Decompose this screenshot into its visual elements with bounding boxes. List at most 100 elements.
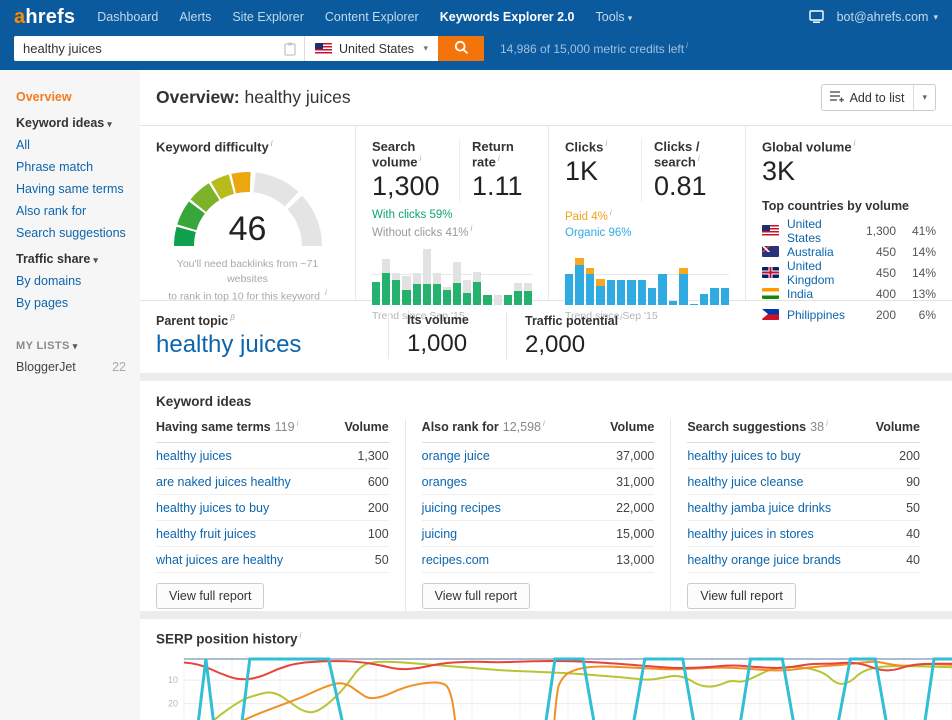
sidebar-item-label: Traffic share bbox=[16, 252, 91, 266]
us-flag-icon bbox=[762, 225, 779, 237]
sidebar-item-phrase-match[interactable]: Phrase match bbox=[16, 160, 140, 174]
bar-main bbox=[658, 274, 667, 306]
sidebar-item-overview[interactable]: Overview bbox=[16, 90, 140, 104]
keyword-link[interactable]: healthy juices to buy bbox=[687, 449, 800, 463]
search-button[interactable] bbox=[438, 36, 484, 61]
country-link[interactable]: United Kingdom bbox=[787, 259, 854, 287]
country-link[interactable]: Australia bbox=[787, 245, 854, 259]
with-clicks-label: With clicks 59% bbox=[372, 209, 453, 222]
sidebar-item-label: Phrase match bbox=[16, 160, 94, 174]
ahrefs-logo[interactable]: ahrefs bbox=[14, 6, 75, 29]
sidebar-item-label: By pages bbox=[16, 296, 69, 310]
sidebar-item-my-lists[interactable]: MY LISTS ▾ bbox=[16, 340, 140, 352]
trend-bar bbox=[523, 249, 532, 306]
country-volume: 400 bbox=[875, 286, 896, 301]
sidebar-item-search-suggestions[interactable]: Search suggestions bbox=[16, 226, 140, 240]
country-link[interactable]: Philippines bbox=[787, 308, 854, 322]
metric-credits-label: 14,986 of 15,000 metric credits left bbox=[500, 41, 688, 56]
country-link[interactable]: United States bbox=[787, 217, 854, 245]
keyword-link[interactable]: what juices are healthy bbox=[156, 553, 283, 567]
trend-bar bbox=[513, 249, 522, 306]
chevron-down-icon: ▾ bbox=[627, 13, 633, 23]
trend-bar bbox=[493, 249, 502, 306]
keyword-link[interactable]: oranges bbox=[422, 475, 467, 489]
difficulty-gauge: 46 bbox=[156, 158, 339, 255]
keyword-link[interactable]: healthy juices in stores bbox=[687, 527, 813, 541]
difficulty-value: 46 bbox=[228, 210, 267, 249]
nav-item-alerts[interactable]: Alerts bbox=[179, 10, 211, 24]
nav-item-tools[interactable]: Tools ▾ bbox=[596, 10, 633, 24]
country-share: 41% bbox=[911, 223, 936, 238]
view-full-report-button[interactable]: View full report bbox=[156, 583, 265, 610]
nav-item-keywords-explorer-2-0[interactable]: Keywords Explorer 2.0 bbox=[440, 10, 575, 24]
add-to-list-dropdown[interactable]: ▾ bbox=[913, 85, 935, 110]
keyword-link[interactable]: healthy juice cleanse bbox=[687, 475, 803, 489]
volume-header: Volume bbox=[344, 420, 389, 435]
keyword-volume: 15,000 bbox=[616, 526, 655, 541]
sidebar-item-by-domains[interactable]: By domains bbox=[16, 274, 140, 288]
keyword-volume: 100 bbox=[367, 526, 389, 541]
keyword-link[interactable]: healthy jamba juice drinks bbox=[687, 501, 831, 515]
ideas-table-having-same-terms: Having same terms 119 Volume healthy juices… bbox=[156, 419, 405, 611]
keyword-link[interactable]: healthy juices bbox=[156, 449, 232, 463]
bar-main bbox=[668, 300, 678, 306]
keyword-link[interactable]: are naked juices healthy bbox=[156, 475, 291, 489]
keyword-ideas-tables: Having same terms 119 Volume healthy juices… bbox=[156, 419, 936, 612]
sidebar-item-traffic-share[interactable]: Traffic share ▾ bbox=[16, 252, 140, 266]
bar-main bbox=[585, 274, 595, 306]
keyword-link[interactable]: juicing bbox=[422, 527, 457, 541]
nav-item-dashboard[interactable]: Dashboard bbox=[97, 10, 158, 24]
keyword-volume: 50 bbox=[374, 552, 389, 567]
account-area[interactable]: bot@ahrefs.com ▾ bbox=[808, 10, 938, 24]
clicks-value: 1K bbox=[565, 156, 599, 187]
parent-volume-value: 1,000 bbox=[407, 330, 468, 357]
sidebar-item-bloggerjet[interactable]: BloggerJet 22 bbox=[16, 360, 140, 374]
sidebar-item-keyword-ideas[interactable]: Keyword ideas ▾ bbox=[16, 116, 140, 130]
table-count: 38 bbox=[810, 419, 828, 434]
sidebar-item-label: Overview bbox=[16, 90, 72, 104]
keyword-link[interactable]: healthy fruit juices bbox=[156, 527, 256, 541]
nav-item-site-explorer[interactable]: Site Explorer bbox=[232, 10, 304, 24]
keyword-search-input[interactable] bbox=[14, 36, 284, 61]
trend-bar bbox=[658, 249, 667, 306]
view-full-report-button[interactable]: View full report bbox=[421, 583, 531, 610]
add-to-list-button[interactable]: Add to list ▾ bbox=[820, 84, 936, 111]
trend-bar bbox=[616, 249, 626, 306]
trend-bar bbox=[637, 249, 646, 306]
keyword-link[interactable]: recipes.com bbox=[422, 553, 489, 567]
sidebar-item-having-same-terms[interactable]: Having same terms bbox=[16, 182, 140, 196]
sidebar-item-by-pages[interactable]: By pages bbox=[16, 296, 140, 310]
bar-main bbox=[412, 284, 421, 306]
bar-main bbox=[616, 280, 626, 306]
paid-label: Paid 4% bbox=[565, 208, 729, 225]
parent-topic-link[interactable]: healthy juices bbox=[156, 331, 368, 359]
sidebar: Overview Keyword ideas ▾ All Phrase match Hav… bbox=[0, 70, 140, 720]
trend-bar bbox=[463, 249, 472, 306]
keyword-link[interactable]: orange juice bbox=[422, 449, 490, 463]
sidebar-item-all[interactable]: All bbox=[16, 138, 140, 152]
table-row: are naked juices healthy 600 bbox=[156, 469, 389, 496]
bar-main bbox=[513, 291, 522, 306]
country-selector[interactable]: United States ▾ bbox=[304, 36, 438, 61]
nav-item-content-explorer[interactable]: Content Explorer bbox=[325, 10, 419, 24]
keyword-link[interactable]: healthy orange juice brands bbox=[687, 553, 841, 567]
keyword-link[interactable]: healthy juices to buy bbox=[156, 501, 269, 515]
trend-bar bbox=[372, 249, 381, 306]
trend-bar bbox=[606, 249, 615, 306]
view-full-report-button[interactable]: View full report bbox=[687, 583, 796, 610]
country-link[interactable]: India bbox=[787, 287, 854, 301]
serp-position-chart: 10203040 bbox=[168, 656, 952, 720]
metrics-row: Keyword difficulty 46 You'll need backli… bbox=[140, 126, 952, 322]
country-share: 14% bbox=[911, 265, 936, 280]
clipboard-icon[interactable] bbox=[284, 36, 304, 61]
trend-bar bbox=[453, 249, 462, 306]
ideas-table-header: Having same terms 119 Volume bbox=[156, 419, 389, 444]
country-volume: 450 bbox=[875, 265, 896, 280]
trend-bar bbox=[627, 249, 636, 306]
table-row: healthy juices to buy 200 bbox=[687, 443, 921, 470]
sidebar-item-label: BloggerJet bbox=[16, 360, 76, 374]
section-divider bbox=[140, 373, 952, 382]
trend-bar bbox=[442, 249, 451, 306]
sidebar-item-also-rank-for[interactable]: Also rank for bbox=[16, 204, 140, 218]
keyword-link[interactable]: juicing recipes bbox=[422, 501, 501, 515]
